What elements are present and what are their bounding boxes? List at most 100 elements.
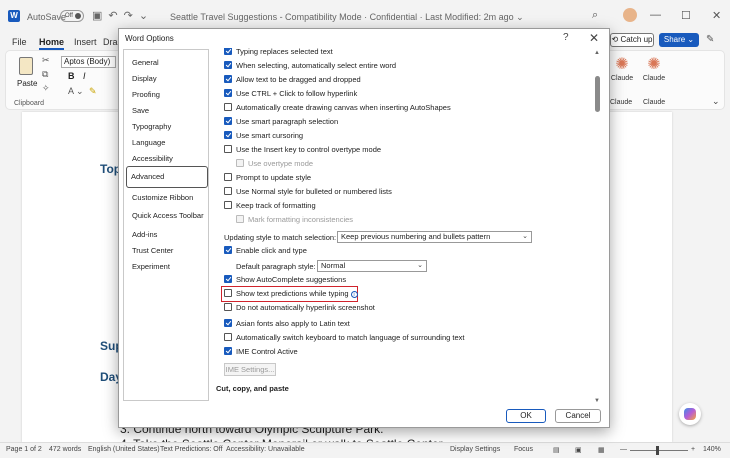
scroll-down-icon[interactable]: ▼ xyxy=(594,398,600,404)
option-ctrl-click-hyperlink[interactable]: Use CTRL + Click to follow hyperlink xyxy=(224,89,357,100)
nav-save[interactable]: Save xyxy=(128,104,206,118)
checkbox-unchecked[interactable] xyxy=(224,303,232,311)
zoom-slider-thumb[interactable] xyxy=(656,446,659,455)
tab-draw[interactable]: Dra xyxy=(103,37,118,47)
checkbox-unchecked[interactable] xyxy=(224,103,232,111)
nav-proofing[interactable]: Proofing xyxy=(128,88,206,102)
checkbox-unchecked[interactable] xyxy=(224,289,232,297)
checkbox-checked[interactable] xyxy=(224,89,232,97)
print-layout-icon[interactable]: ▣ xyxy=(575,446,582,454)
option-smart-paragraph[interactable]: Use smart paragraph selection xyxy=(224,117,338,128)
zoom-out-icon[interactable]: — xyxy=(620,446,627,453)
highlight-icon[interactable]: ✎ xyxy=(89,86,97,97)
option-switch-keyboard[interactable]: Automatically switch keyboard to match l… xyxy=(224,333,464,344)
format-painter-icon[interactable]: ✧ xyxy=(42,83,50,94)
checkbox-checked[interactable] xyxy=(224,48,232,55)
word-count[interactable]: 472 words xyxy=(49,446,81,453)
scrollbar-thumb[interactable] xyxy=(595,76,600,112)
checkbox-unchecked[interactable] xyxy=(224,173,232,181)
checkbox-checked[interactable] xyxy=(224,75,232,83)
default-paragraph-select[interactable]: Normal ⌄ xyxy=(317,260,427,272)
text-predictions-status[interactable]: Text Predictions: Off xyxy=(160,446,223,453)
copy-icon[interactable]: ⧉ xyxy=(42,69,48,80)
cancel-button[interactable]: Cancel xyxy=(555,409,601,423)
option-text-predictions[interactable]: Show text predictions while typing i xyxy=(224,289,358,300)
web-layout-icon[interactable]: ▦ xyxy=(598,446,605,454)
option-insert-key-overtype[interactable]: Use the Insert key to control overtype m… xyxy=(224,145,381,156)
nav-experiment[interactable]: Experiment xyxy=(128,260,206,274)
close-icon[interactable]: ✕ xyxy=(712,9,721,22)
paste-icon[interactable] xyxy=(19,57,33,75)
checkbox-unchecked[interactable] xyxy=(224,333,232,341)
checkbox-unchecked[interactable] xyxy=(224,187,232,195)
checkbox-checked[interactable] xyxy=(224,275,232,283)
language-status[interactable]: English (United States) xyxy=(88,446,160,453)
nav-language[interactable]: Language xyxy=(128,136,206,150)
font-name-box[interactable]: Aptos (Body) xyxy=(61,56,116,68)
claude-button-1[interactable]: ✺ Claude xyxy=(608,55,636,82)
ok-button[interactable]: OK xyxy=(506,409,546,423)
accessibility-status[interactable]: Accessibility: Unavailable xyxy=(226,446,305,453)
avatar[interactable] xyxy=(623,8,637,22)
collapse-ribbon-icon[interactable]: ⌄ xyxy=(712,96,720,107)
nav-accessibility[interactable]: Accessibility xyxy=(128,152,206,166)
option-drag-and-drop[interactable]: Allow text to be dragged and dropped xyxy=(224,75,361,86)
focus-button[interactable]: Focus xyxy=(514,446,533,453)
checkbox-checked[interactable] xyxy=(224,117,232,125)
text-effects-icon[interactable]: A ⌄ xyxy=(68,86,84,97)
maximize-icon[interactable]: ☐ xyxy=(681,9,691,22)
option-keep-track-formatting[interactable]: Keep track of formatting xyxy=(224,201,316,212)
minimize-icon[interactable]: — xyxy=(650,9,661,21)
bold-button[interactable]: B xyxy=(68,71,75,81)
zoom-slider[interactable] xyxy=(630,450,688,451)
info-icon[interactable]: i xyxy=(350,291,358,298)
nav-customize-ribbon[interactable]: Customize Ribbon xyxy=(128,191,206,205)
copilot-icon[interactable] xyxy=(679,403,701,425)
zoom-in-icon[interactable]: + xyxy=(691,446,695,453)
option-select-entire-word[interactable]: When selecting, automatically select ent… xyxy=(224,61,396,72)
option-prompt-update-style[interactable]: Prompt to update style xyxy=(224,173,311,184)
tab-insert[interactable]: Insert xyxy=(74,37,97,47)
zoom-level[interactable]: 140% xyxy=(703,446,721,453)
nav-display[interactable]: Display xyxy=(128,72,206,86)
option-typing-replaces-selected[interactable]: Typing replaces selected text xyxy=(224,48,333,58)
pen-icon[interactable]: ✎ xyxy=(706,34,714,45)
checkbox-checked[interactable] xyxy=(224,131,232,139)
option-no-hyperlink-screenshot[interactable]: Do not automatically hyperlink screensho… xyxy=(224,303,375,314)
options-scrollbar[interactable]: ▲ ▼ xyxy=(593,48,603,408)
checkbox-checked[interactable] xyxy=(224,347,232,355)
paste-button[interactable]: Paste xyxy=(17,79,37,88)
updating-style-select[interactable]: Keep previous numbering and bullets patt… xyxy=(337,231,532,243)
checkbox-checked[interactable] xyxy=(224,246,232,254)
checkbox-unchecked[interactable] xyxy=(224,145,232,153)
help-icon[interactable]: ? xyxy=(563,32,569,43)
page-count[interactable]: Page 1 of 2 xyxy=(6,446,42,453)
checkbox-checked[interactable] xyxy=(224,319,232,327)
nav-quick-access-toolbar[interactable]: Quick Access Toolbar xyxy=(128,209,206,223)
display-settings-button[interactable]: Display Settings xyxy=(450,446,500,453)
nav-typography[interactable]: Typography xyxy=(128,120,206,134)
option-ime-control[interactable]: IME Control Active xyxy=(224,347,298,358)
quick-access-icons[interactable]: ▣↶↷⌄ xyxy=(92,9,154,22)
cut-icon[interactable]: ✂ xyxy=(42,55,50,66)
option-drawing-canvas[interactable]: Automatically create drawing canvas when… xyxy=(224,103,451,114)
option-click-and-type[interactable]: Enable click and type xyxy=(224,246,307,257)
nav-general[interactable]: General xyxy=(128,56,206,70)
nav-advanced[interactable]: Advanced xyxy=(126,166,208,188)
nav-trust-center[interactable]: Trust Center xyxy=(128,244,206,258)
option-smart-cursoring[interactable]: Use smart cursoring xyxy=(224,131,303,142)
italic-button[interactable]: I xyxy=(83,71,86,81)
catch-up-button[interactable]: ⟲ Catch up xyxy=(610,33,654,47)
nav-add-ins[interactable]: Add-ins xyxy=(128,228,206,242)
claude-button-2[interactable]: ✺ Claude xyxy=(640,55,668,82)
search-icon[interactable]: ⌕ xyxy=(592,9,598,22)
option-normal-style-lists[interactable]: Use Normal style for bulleted or numbere… xyxy=(224,187,392,198)
checkbox-unchecked[interactable] xyxy=(224,201,232,209)
option-asian-fonts-latin[interactable]: Asian fonts also apply to Latin text xyxy=(224,319,350,330)
read-mode-icon[interactable]: ▤ xyxy=(553,446,560,454)
tab-file[interactable]: File xyxy=(12,37,27,47)
share-button[interactable]: Share ⌄ xyxy=(659,33,699,47)
autosave-toggle[interactable]: Off xyxy=(60,10,84,22)
checkbox-checked[interactable] xyxy=(224,61,232,69)
dialog-close-icon[interactable]: ✕ xyxy=(589,31,599,45)
